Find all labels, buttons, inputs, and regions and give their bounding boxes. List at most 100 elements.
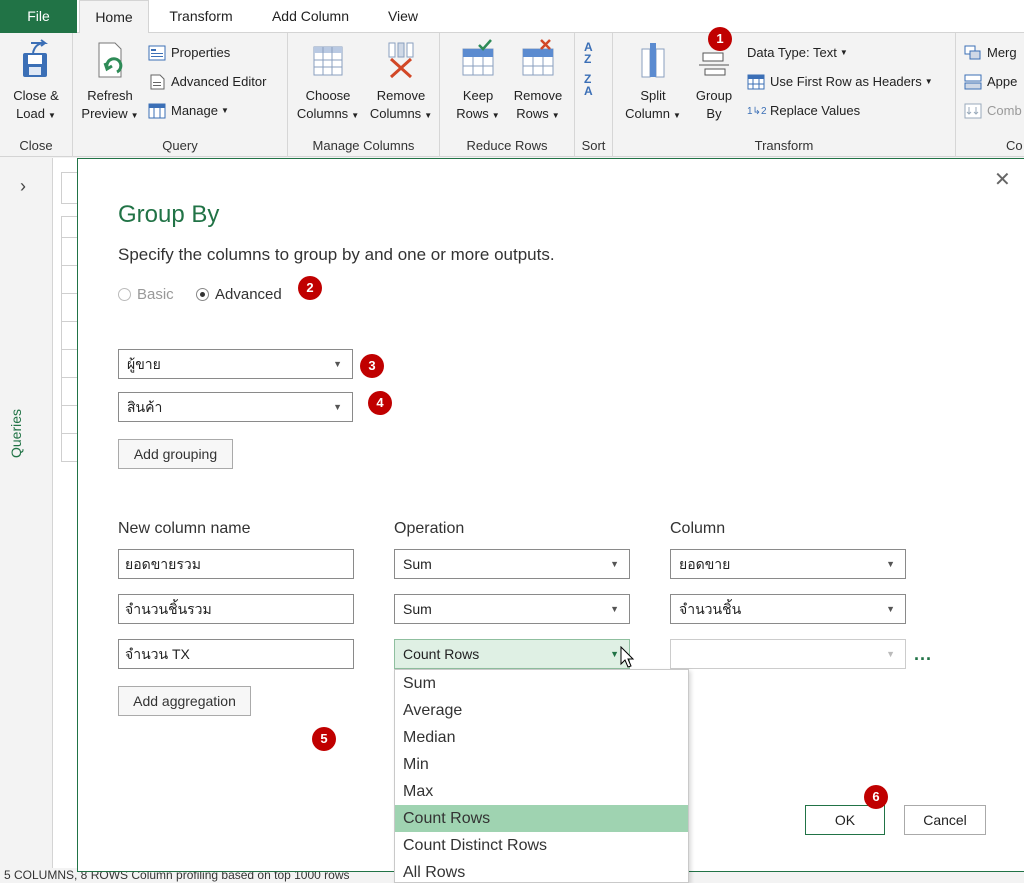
menu-item-average[interactable]: Average: [395, 697, 688, 724]
step-badge: 2: [298, 276, 322, 300]
mode-basic-radio[interactable]: Basic: [118, 286, 174, 303]
column-value: ยอดขาย: [679, 556, 731, 572]
chevron-down-icon: ▼: [610, 559, 619, 569]
remove-columns-label-1: Remove: [376, 88, 426, 103]
advanced-editor-icon: [148, 74, 166, 90]
chevron-down-icon: ▼: [424, 111, 433, 120]
data-type-button[interactable]: Data Type: Text ▼: [747, 42, 848, 64]
tab-home[interactable]: Home: [79, 0, 149, 34]
menu-item-count-rows[interactable]: Count Rows: [395, 805, 688, 832]
chevron-right-icon[interactable]: ›: [20, 176, 26, 197]
group-label-query: Query: [162, 138, 198, 153]
close-load-button[interactable]: Close & Load ▼: [6, 39, 66, 125]
new-column-name-input[interactable]: ยอดขายรวม: [118, 549, 354, 579]
append-label: Appe: [987, 74, 1018, 89]
group-column-select-2[interactable]: สินค้า ▼: [118, 392, 353, 422]
merge-queries-button[interactable]: Merg: [964, 42, 1017, 64]
menu-item-median[interactable]: Median: [395, 724, 688, 751]
properties-label: Properties: [171, 45, 231, 60]
remove-columns-icon: [384, 39, 418, 79]
group-column-select-1[interactable]: ผู้ขาย ▼: [118, 349, 353, 379]
operation-select-active[interactable]: Count Rows ▼: [394, 639, 630, 669]
more-options-icon[interactable]: ...: [914, 644, 932, 665]
sort-ascending-icon[interactable]: AZ: [584, 41, 593, 65]
replace-values-button[interactable]: 1↳2 Replace Values: [747, 100, 860, 122]
column-select[interactable]: จำนวนชิ้น ▼: [670, 594, 906, 624]
keep-rows-label-1: Keep: [462, 88, 494, 103]
choose-columns-label-1: Choose: [305, 88, 351, 103]
ok-button[interactable]: OK: [805, 805, 885, 835]
split-column-button[interactable]: Split Column ▼: [619, 39, 687, 125]
menu-item-all-rows[interactable]: All Rows: [395, 859, 688, 882]
remove-columns-button[interactable]: Remove Columns ▼: [366, 39, 436, 125]
cancel-button[interactable]: Cancel: [904, 805, 986, 835]
ribbon-group-manage-columns: Choose Columns ▼ Remove Columns ▼ Manage C…: [288, 33, 440, 157]
chevron-down-icon: ▼: [351, 111, 360, 120]
header-new-column-name: New column name: [118, 520, 251, 537]
add-aggregation-button[interactable]: Add aggregation: [118, 686, 251, 716]
ribbon-tabbar: File Home Transform Add Column View: [0, 0, 1024, 34]
ribbon-group-transform: Split Column ▼ Group By Data Type: Text ▼ …: [613, 33, 956, 157]
header-operation: Operation: [394, 520, 465, 537]
advanced-editor-button[interactable]: Advanced Editor: [148, 71, 266, 93]
chevron-down-icon: ▼: [491, 111, 500, 120]
refresh-preview-button[interactable]: Refresh Preview ▼: [77, 39, 143, 125]
group-by-button[interactable]: Group By: [691, 39, 737, 123]
chevron-down-icon: ▼: [886, 559, 895, 569]
menu-item-sum[interactable]: Sum: [395, 670, 688, 697]
close-load-label-2: Load: [16, 106, 45, 121]
ribbon-group-query: Refresh Preview ▼ Properties Advanced Edi…: [73, 33, 288, 157]
queries-pane: › Queries: [0, 158, 53, 868]
radio-selected-icon: [196, 288, 209, 301]
menu-item-count-distinct-rows[interactable]: Count Distinct Rows: [395, 832, 688, 859]
close-icon[interactable]: ✕: [994, 167, 1011, 192]
ribbon-group-reduce-rows: Keep Rows ▼ Remove Rows ▼ Reduce Rows: [440, 33, 575, 157]
tab-file[interactable]: File: [0, 0, 77, 33]
merge-icon: [964, 45, 982, 61]
group-label-close: Close: [19, 138, 53, 153]
new-column-name-input[interactable]: จำนวนชิ้นรวม: [118, 594, 354, 624]
operation-select[interactable]: Sum ▼: [394, 594, 630, 624]
group-by-dialog: ✕ Group By Specify the columns to group …: [77, 158, 1024, 883]
choose-columns-button[interactable]: Choose Columns ▼: [294, 39, 362, 125]
operation-select[interactable]: Sum ▼: [394, 549, 630, 579]
keep-rows-label-2: Rows: [456, 106, 489, 121]
chevron-down-icon: ▼: [672, 111, 681, 120]
properties-button[interactable]: Properties: [148, 42, 230, 64]
refresh-icon: [93, 39, 127, 79]
tab-transform[interactable]: Transform: [157, 0, 245, 33]
keep-rows-button[interactable]: Keep Rows ▼: [452, 39, 504, 125]
ribbon: Close & Load ▼ Close Refresh Preview ▼ Pro…: [0, 33, 1024, 157]
remove-rows-button[interactable]: Remove Rows ▼: [508, 39, 568, 125]
tab-add-column[interactable]: Add Column: [258, 0, 363, 33]
menu-item-min[interactable]: Min: [395, 751, 688, 778]
add-grouping-button[interactable]: Add grouping: [118, 439, 233, 469]
use-first-row-headers-button[interactable]: Use First Row as Headers ▼: [747, 71, 933, 93]
chevron-down-icon: ▼: [924, 77, 933, 86]
header-column: Column: [670, 520, 726, 537]
group-label-sort: Sort: [581, 138, 606, 153]
append-icon: [964, 74, 982, 90]
new-column-name-input[interactable]: จำนวน TX: [118, 639, 354, 669]
column-select-disabled: ▼: [670, 639, 906, 669]
combine-files-button[interactable]: Comb: [964, 100, 1022, 122]
sort-descending-icon[interactable]: ZA: [584, 73, 593, 97]
queries-pane-label[interactable]: Queries: [8, 409, 24, 458]
group-label-combine: Co: [1006, 138, 1023, 153]
ribbon-group-combine: Merg Appe Comb Co: [956, 33, 1024, 157]
group-label-transform: Transform: [754, 138, 814, 153]
mode-basic-label: Basic: [137, 286, 174, 303]
mode-advanced-radio[interactable]: Advanced: [196, 286, 282, 303]
column-select[interactable]: ยอดขาย ▼: [670, 549, 906, 579]
chevron-down-icon: ▼: [48, 111, 56, 120]
replace-values-label: Replace Values: [770, 103, 861, 118]
replace-values-icon: 1↳2: [747, 106, 767, 117]
append-queries-button[interactable]: Appe: [964, 71, 1017, 93]
manage-button[interactable]: Manage ▼: [148, 100, 229, 122]
mouse-cursor-icon: [620, 645, 636, 673]
chevron-down-icon: ▼: [551, 111, 560, 120]
split-column-icon: [636, 39, 670, 79]
menu-item-max[interactable]: Max: [395, 778, 688, 805]
tab-view[interactable]: View: [373, 0, 433, 33]
chevron-down-icon: ▼: [610, 649, 619, 659]
